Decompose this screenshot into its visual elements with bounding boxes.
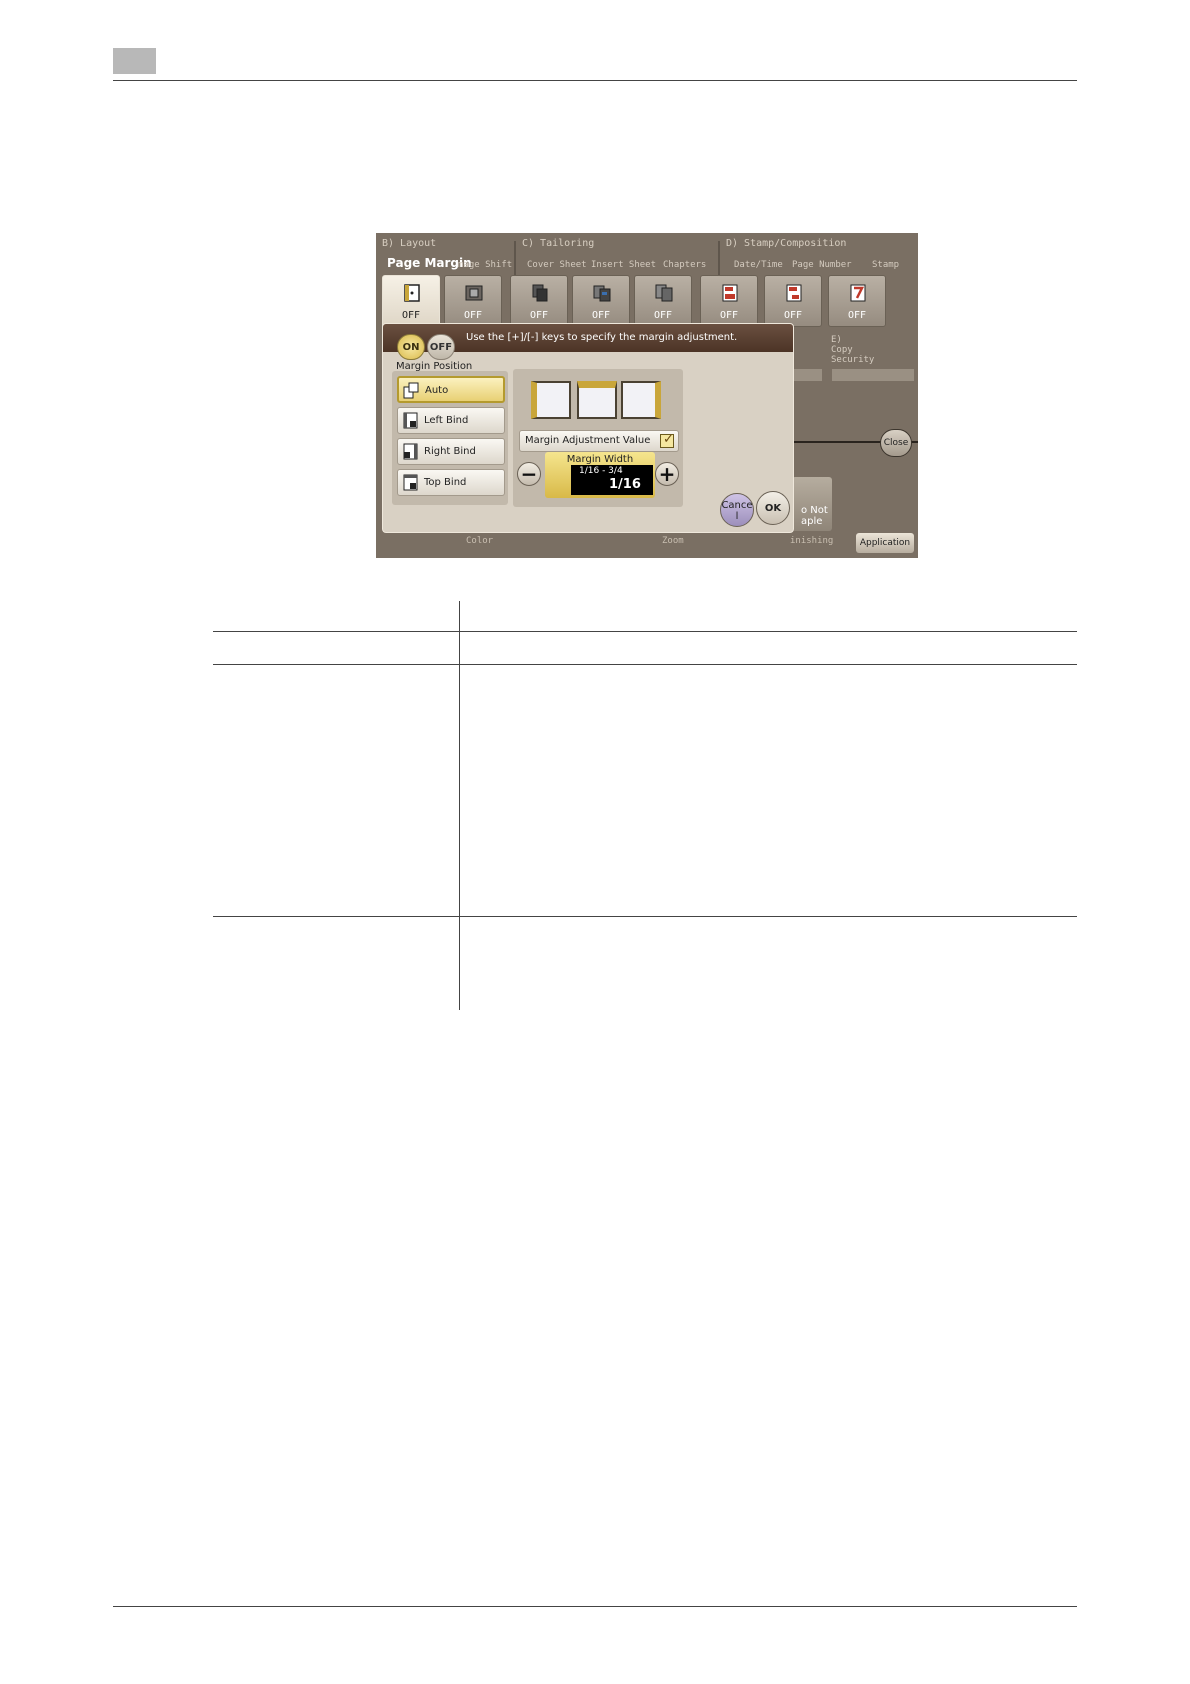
auto-label: Auto xyxy=(425,385,449,396)
function-label-chapters: Chapters xyxy=(663,260,707,270)
function-label-insert-sheet: Insert Sheet xyxy=(591,260,657,270)
table-header-rule xyxy=(213,631,1077,632)
slot-bar xyxy=(832,369,914,381)
top-bind-button[interactable]: Top Bind xyxy=(397,469,505,496)
do-not-staple-label: o Not aple xyxy=(801,505,828,527)
insert-sheet-state: OFF xyxy=(591,310,611,321)
page-number-icon xyxy=(786,284,802,302)
finishing-label: inishing xyxy=(790,536,834,546)
margin-adjustment-checkbox[interactable]: ✓ xyxy=(660,432,674,448)
date-time-icon xyxy=(722,284,738,302)
date-time-state: OFF xyxy=(719,310,739,321)
left-bind-button[interactable]: Left Bind xyxy=(397,407,505,434)
insert-sheet-icon xyxy=(593,285,611,302)
right-margin-page-icon xyxy=(621,381,661,419)
left-bind-icon xyxy=(403,412,418,429)
function-label-date-time: Date/Time xyxy=(734,260,783,270)
cancel-button[interactable]: Cance l xyxy=(720,493,754,527)
off-button[interactable]: OFF xyxy=(427,334,455,360)
section-tailoring-label: C) Tailoring xyxy=(522,238,595,249)
color-label: Color xyxy=(466,536,494,546)
cover-sheet-icon xyxy=(532,284,548,302)
function-label-cover-sheet: Cover Sheet xyxy=(527,260,587,270)
dialog-message: Use the [+]/[-] keys to specify the marg… xyxy=(466,332,738,343)
table-row-rule xyxy=(213,916,1077,917)
page-number-button[interactable]: OFF xyxy=(764,275,822,327)
top-margin-page-icon xyxy=(577,381,617,419)
check-icon: ✓ xyxy=(663,432,674,447)
page-margin-icon xyxy=(404,284,420,302)
function-label-image-shift: mage Shift xyxy=(458,260,513,270)
cover-sheet-state: OFF xyxy=(529,310,549,321)
plus-button[interactable]: + xyxy=(655,462,679,486)
minus-button[interactable]: − xyxy=(517,462,541,486)
right-bind-label: Right Bind xyxy=(424,446,476,457)
margin-position-panel: Auto Left Bind Right Bind Top Bind xyxy=(392,371,508,505)
right-bind-button[interactable]: Right Bind xyxy=(397,438,505,465)
margin-width-value: 1/16 xyxy=(609,477,641,492)
stamp-icon xyxy=(850,284,866,302)
on-button[interactable]: ON xyxy=(397,334,425,360)
left-bind-label: Left Bind xyxy=(424,415,469,426)
stamp-state: OFF xyxy=(847,310,867,321)
margin-width-title: Margin Width xyxy=(566,454,634,465)
cover-sheet-button[interactable]: OFF xyxy=(510,275,568,327)
zoom-label: Zoom xyxy=(662,536,684,546)
chapter-tab xyxy=(113,48,156,74)
image-shift-button[interactable]: OFF xyxy=(444,275,502,327)
table-row-rule xyxy=(213,664,1077,665)
left-margin-page-icon xyxy=(531,381,571,419)
slot-bar xyxy=(794,369,822,381)
stamp-button[interactable]: OFF xyxy=(828,275,886,327)
ok-button[interactable]: OK xyxy=(756,491,790,525)
chapters-icon xyxy=(655,284,673,302)
section-copy-security-label: E) Copy Security xyxy=(831,335,874,365)
control-panel-screenshot: B) Layout C) Tailoring D) Stamp/Composit… xyxy=(376,233,918,558)
image-shift-state: OFF xyxy=(463,310,483,321)
margin-adjustment-panel: Margin Adjustment Value ✓ − Margin Width… xyxy=(513,369,683,507)
section-layout-label: B) Layout xyxy=(382,238,437,249)
right-bind-icon xyxy=(403,443,418,460)
section-stamp-label: D) Stamp/Composition xyxy=(726,238,847,249)
header-rule xyxy=(113,80,1077,81)
application-button[interactable]: Application xyxy=(856,533,914,553)
margin-width-range: 1/16 - 3/4 xyxy=(579,466,623,476)
page-number-state: OFF xyxy=(783,310,803,321)
insert-sheet-button[interactable]: OFF xyxy=(572,275,630,327)
margin-width-display: 1/16 - 3/4 1/16 xyxy=(571,465,653,495)
copy-security-text: E) Copy Security xyxy=(831,335,875,365)
auto-button[interactable]: Auto xyxy=(397,376,505,403)
function-label-page-number: Page Number xyxy=(792,260,852,270)
top-bind-icon xyxy=(403,474,418,491)
image-shift-icon xyxy=(465,285,483,301)
chapters-state: OFF xyxy=(653,310,673,321)
margin-width-box: Margin Width 1/16 - 3/4 1/16 xyxy=(545,452,655,498)
margin-adjustment-value-label: Margin Adjustment Value xyxy=(525,435,651,446)
margin-adjustment-value-button[interactable]: Margin Adjustment Value ✓ xyxy=(519,430,679,452)
date-time-button[interactable]: OFF xyxy=(700,275,758,327)
table-column-divider xyxy=(459,601,460,1010)
auto-bind-icon xyxy=(403,382,419,399)
top-bind-label: Top Bind xyxy=(424,477,467,488)
footer-rule xyxy=(113,1606,1077,1607)
page-margin-state: OFF xyxy=(401,310,421,321)
close-button[interactable]: Close xyxy=(880,429,912,457)
chapters-button[interactable]: OFF xyxy=(634,275,692,327)
function-label-stamp: Stamp xyxy=(872,260,900,270)
